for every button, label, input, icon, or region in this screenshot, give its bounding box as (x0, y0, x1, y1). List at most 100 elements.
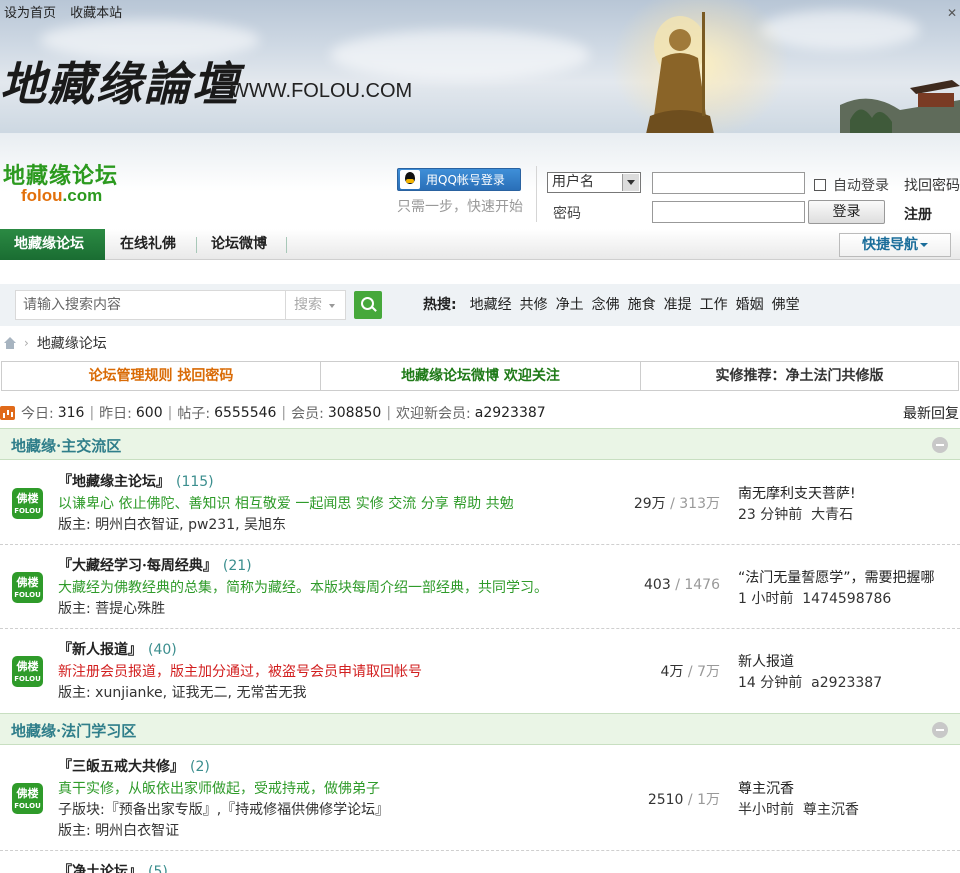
notice-bar: 论坛管理规则 找回密码 地藏缘论坛微博 欢迎关注 实修推荐：净土法门共修版 (0, 361, 960, 391)
forum-name[interactable]: 『三皈五戒大共修』 (2) (58, 756, 210, 776)
hot-keyword[interactable]: 准提 (664, 294, 692, 314)
forum-moderators: 版主: 明州白衣智证 (58, 823, 180, 839)
last-post-title[interactable]: “法门无量誓愿学”，需要把握哪 (738, 567, 935, 587)
forum-icon-subtext: FOLOU (14, 507, 41, 515)
forum-today-count: (115) (176, 474, 214, 490)
hot-keyword[interactable]: 净土 (556, 294, 584, 314)
hot-keyword[interactable]: 共修 (520, 294, 548, 314)
collapse-icon[interactable] (932, 722, 948, 738)
qq-penguin-icon (400, 170, 420, 189)
home-icon[interactable] (3, 337, 17, 349)
search-type-value: 搜索 (294, 297, 322, 313)
section-header-main: 地藏缘·主交流区 (0, 428, 960, 460)
username-type-select[interactable]: 用户名 (547, 172, 641, 193)
newest-member-link[interactable]: a2923387 (475, 405, 546, 421)
forum-name[interactable]: 『大藏经学习·每周经典』 (21) (58, 555, 252, 575)
forum-description: 真干实修，从皈依出家师做起，受戒持戒，做佛弟子 (58, 781, 380, 797)
logo-domain-suffix: .com (62, 186, 103, 205)
last-post-user[interactable]: 1474598786 (802, 591, 891, 607)
separator: | (386, 405, 392, 421)
separator: | (167, 405, 173, 421)
set-homepage-link[interactable]: 设为首页 (4, 6, 56, 21)
search-button[interactable] (354, 291, 382, 319)
forum-moderators: 版主: xunjianke, 证我无二, 无常苦无我 (58, 685, 307, 701)
hot-keyword[interactable]: 地藏经 (470, 294, 512, 314)
login-button[interactable]: 登录 (808, 200, 885, 224)
forum-icon-text: 佛楼 (16, 660, 39, 673)
forum-name[interactable]: 『地藏缘主论坛』 (115) (58, 471, 214, 491)
quick-nav-button[interactable]: 快捷导航 (839, 233, 951, 257)
hot-keyword[interactable]: 佛堂 (772, 294, 800, 314)
logo-domain: folou.com (21, 186, 102, 206)
hot-keyword[interactable]: 念佛 (592, 294, 620, 314)
forum-icon[interactable]: 佛楼 FOLOU (12, 783, 43, 814)
forum-subforums[interactable]: 子版块:『预备出家专版』,『持戒修福供佛修学论坛』 (58, 799, 389, 819)
username-input[interactable] (652, 172, 805, 194)
hot-keyword[interactable]: 施食 (628, 294, 656, 314)
section-title[interactable]: 地藏缘·主交流区 (11, 435, 121, 456)
search-type-select[interactable]: 搜索 (285, 290, 346, 320)
section-title[interactable]: 地藏缘·法门学习区 (11, 720, 136, 741)
notice-recommend[interactable]: 实修推荐：净土法门共修版 (640, 361, 959, 391)
forum-name[interactable]: 『净土论坛』 (5) (58, 861, 168, 873)
last-post-time: 14 分钟前 (738, 675, 803, 691)
nav-divider (286, 237, 287, 253)
chevron-down-icon (329, 304, 335, 308)
site-logo[interactable]: 地藏缘论坛 folou.com (3, 158, 118, 205)
forum-moderators: 版主: 菩提心殊胜 (58, 601, 166, 617)
breadcrumb: › 地藏缘论坛 (0, 333, 107, 353)
forum-icon-text: 佛楼 (16, 492, 39, 505)
top-links: 设为首页 收藏本站 (4, 2, 132, 21)
nav-item-forum[interactable]: 地藏缘论坛 (0, 229, 105, 260)
register-link[interactable]: 注册 (904, 204, 932, 224)
forum-description: 大藏经为佛教经典的总集，简称为藏经。本版块每周介绍一部经典，共同学习。 (58, 580, 548, 596)
cloud-decoration (330, 30, 590, 80)
forum-posts: 1476 (684, 577, 720, 593)
forum-icon-subtext: FOLOU (14, 591, 41, 599)
collapse-icon[interactable] (932, 437, 948, 453)
calligraphy-title: 地藏缘論壇 (0, 57, 240, 111)
hot-keyword[interactable]: 婚姻 (736, 294, 764, 314)
last-post-user[interactable]: 尊主沉香 (803, 802, 859, 818)
forum-row: 佛楼 FOLOU 『地藏缘主论坛』 (115) 以谦卑心 依止佛陀、善知识 相互敬爱… (0, 461, 960, 545)
password-input[interactable] (652, 201, 805, 223)
forum-name-text: 『大藏经学习·每周经典』 (58, 558, 217, 574)
notice-weibo[interactable]: 地藏缘论坛微博 欢迎关注 (320, 361, 641, 391)
last-post-user[interactable]: 大青石 (811, 507, 853, 523)
bookmark-link[interactable]: 收藏本站 (70, 6, 122, 21)
chevron-down-icon (622, 174, 639, 191)
members-count: 308850 (327, 405, 382, 421)
separator: | (281, 405, 287, 421)
auto-login-checkbox[interactable]: 自动登录 (814, 175, 889, 195)
forum-name-text: 『新人报道』 (58, 642, 142, 658)
search-input[interactable]: 请输入搜索内容 (15, 290, 286, 320)
yesterday-count: 600 (135, 405, 163, 421)
qq-login-button[interactable]: 用QQ帐号登录 (397, 168, 521, 191)
last-post-user[interactable]: a2923387 (811, 675, 882, 691)
nav-item-online-worship[interactable]: 在线礼佛 (106, 229, 190, 260)
qq-login-hint: 只需一步，快速开始 (397, 199, 523, 215)
find-password-link[interactable]: 找回密码 (904, 175, 960, 195)
notice-rules[interactable]: 论坛管理规则 找回密码 (1, 361, 321, 391)
forum-row: 佛楼 FOLOU 『大藏经学习·每周经典』 (21) 大藏经为佛教经典的总集，简称为… (0, 545, 960, 629)
today-count: 316 (57, 405, 85, 421)
latest-replies-link[interactable]: 最新回复 (903, 403, 959, 423)
nav-item-weibo[interactable]: 论坛微博 (197, 229, 281, 260)
last-post-title[interactable]: 尊主沉香 (738, 778, 794, 798)
pavilion-image (840, 80, 960, 133)
checkbox-box[interactable] (814, 179, 826, 191)
forum-description: 以谦卑心 依止佛陀、善知识 相互敬爱 一起闻思 实修 交流 分享 帮助 共勉 (58, 496, 514, 512)
forum-icon[interactable]: 佛楼 FOLOU (12, 572, 43, 603)
separator: | (89, 405, 95, 421)
last-post-title[interactable]: 新人报道 (738, 651, 794, 671)
last-post-title[interactable]: 南无摩利支天菩萨! (738, 483, 856, 503)
close-icon[interactable]: ✕ (947, 6, 957, 20)
breadcrumb-current[interactable]: 地藏缘论坛 (37, 333, 107, 353)
forum-threads: 4万 (660, 664, 684, 680)
forum-icon[interactable]: 佛楼 FOLOU (12, 656, 43, 687)
hot-keyword[interactable]: 工作 (700, 294, 728, 314)
forum-today-count: (21) (222, 558, 252, 574)
forum-name[interactable]: 『新人报道』 (40) (58, 639, 177, 659)
notice-rules-text: 论坛管理规则 找回密码 (88, 368, 234, 384)
forum-icon[interactable]: 佛楼 FOLOU (12, 488, 43, 519)
